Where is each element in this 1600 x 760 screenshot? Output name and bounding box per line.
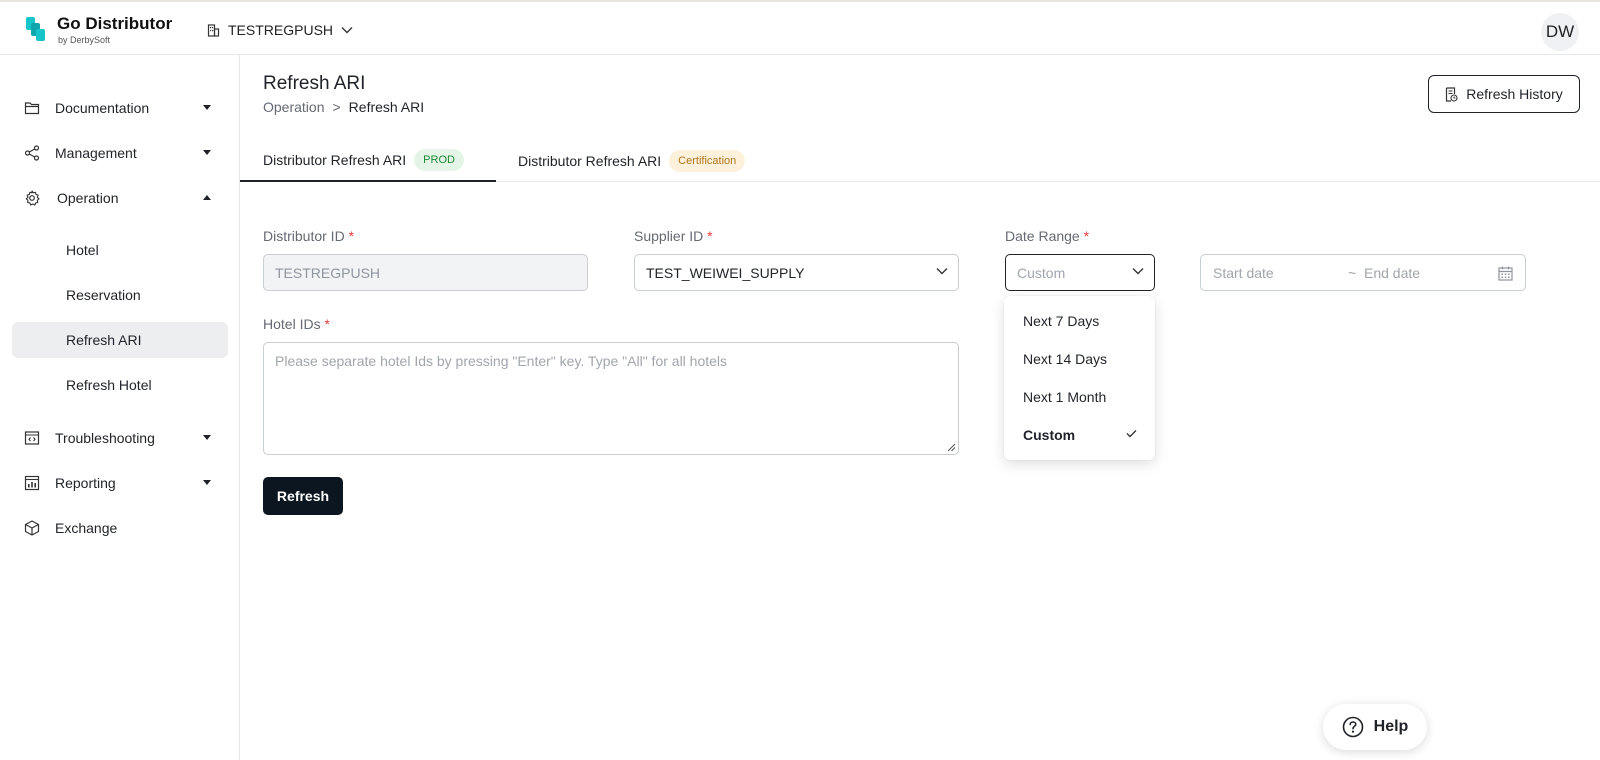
resize-handle-icon[interactable] [947,443,956,452]
calendar-icon[interactable] [1498,266,1513,281]
refresh-button[interactable]: Refresh [263,477,343,515]
sidebar-item-troubleshooting[interactable]: Troubleshooting [12,420,228,456]
caret-down-icon [203,480,211,485]
question-circle-icon [1342,716,1363,738]
sidebar-item-label: Reporting [55,475,116,491]
tab-label: Distributor Refresh ARI [263,152,407,168]
sidebar-item-documentation[interactable]: Documentation [12,90,228,126]
sidebar-item-label: Exchange [55,520,118,536]
sidebar-item-management[interactable]: Management [12,135,228,171]
page-title: Refresh ARI [263,73,366,94]
sidebar-item-label: Documentation [55,100,150,116]
caret-down-icon [203,435,211,440]
date-range-label: Date Range * [1005,228,1090,244]
brand-subtitle: by DerbySoft [58,35,111,45]
dropdown-option-next-14-days[interactable]: Next 14 Days [1004,341,1155,377]
sidebar-subitem-label: Hotel [66,242,99,258]
sidebar-item-label: Operation [57,190,119,206]
date-range-dropdown: Next 7 Days Next 14 Days Next 1 Month Cu… [1004,296,1155,460]
caret-down-icon [203,105,211,110]
help-label: Help [1373,718,1409,735]
sidebar-item-label: Management [55,145,137,161]
dropdown-option-custom[interactable]: Custom [1004,417,1155,453]
cube-icon [24,520,40,536]
status-badge: PROD [414,149,464,171]
check-icon [1126,430,1137,438]
sidebar-subitem-label: Refresh ARI [66,332,142,348]
date-range-select[interactable]: Custom [1005,254,1155,291]
date-range-value: Custom [1017,264,1066,281]
dropdown-option-label: Custom [1023,427,1076,443]
sidebar-subitem-refresh-hotel[interactable]: Refresh Hotel [12,367,228,403]
date-range-picker[interactable]: Start date ~ End date [1200,254,1526,291]
sidebar-item-exchange[interactable]: Exchange [12,510,228,546]
hotel-ids-textarea[interactable]: Please separate hotel Ids by pressing "E… [263,342,959,455]
distributor-id-value: TESTREGPUSH [275,264,381,281]
history-document-icon [1446,86,1458,102]
breadcrumb-operation[interactable]: Operation [263,99,324,115]
breadcrumb: Operation > Refresh ARI [263,99,424,115]
sidebar-subitem-label: Refresh Hotel [66,377,152,393]
end-date-input[interactable]: End date [1364,265,1420,281]
go-distributor-logo [26,17,45,41]
tab-prod[interactable]: Distributor Refresh ARI PROD [240,140,496,182]
supplier-id-label: Supplier ID * [634,228,713,244]
sidebar-subitem-label: Reservation [66,287,141,303]
sidebar-item-label: Troubleshooting [55,430,155,446]
share-icon [24,145,40,161]
status-badge: Certification [669,150,746,172]
tab-label: Distributor Refresh ARI [518,153,662,169]
breadcrumb-separator: > [332,99,341,115]
environment-tabs: Distributor Refresh ARI PROD Distributor… [240,140,1600,182]
dropdown-option-next-7-days[interactable]: Next 7 Days [1004,303,1155,339]
code-window-icon [24,431,40,445]
hotel-ids-placeholder: Please separate hotel Ids by pressing "E… [275,353,728,369]
gear-icon [25,190,40,206]
refresh-history-button[interactable]: Refresh History [1428,75,1580,113]
brand-name: Go Distributor [57,14,173,33]
supplier-id-select[interactable]: TEST_WEIWEI_SUPPLY [634,254,959,291]
chevron-down-icon [1132,268,1144,275]
date-separator: ~ [1348,264,1357,281]
caret-up-icon [203,195,211,200]
account-name: TESTREGPUSH [228,22,334,38]
sidebar-subitem-refresh-ari[interactable]: Refresh ARI [12,322,228,358]
caret-down-icon [203,150,211,155]
hotel-ids-label: Hotel IDs * [263,316,330,332]
distributor-id-label: Distributor ID * [263,228,355,244]
avatar[interactable]: DW [1541,13,1579,51]
chevron-down-icon [936,268,948,275]
sidebar-subitem-hotel[interactable]: Hotel [12,232,228,268]
help-button[interactable]: Help [1323,704,1427,750]
supplier-id-value: TEST_WEIWEI_SUPPLY [646,264,805,281]
building-icon [207,23,220,37]
start-date-input[interactable]: Start date [1213,265,1274,281]
dropdown-option-next-1-month[interactable]: Next 1 Month [1004,379,1155,415]
folder-icon [24,102,40,115]
tab-certification[interactable]: Distributor Refresh ARI Certification [518,140,746,182]
sidebar-item-reporting[interactable]: Reporting [12,465,228,501]
chevron-down-icon [341,27,353,34]
account-switcher[interactable]: TESTREGPUSH [207,20,353,40]
refresh-history-label: Refresh History [1466,86,1563,102]
bar-chart-icon [24,475,40,491]
sidebar: Documentation Management Operation Hotel… [0,55,240,760]
sidebar-subitem-reservation[interactable]: Reservation [12,277,228,313]
top-bar: Go Distributor by DerbySoft TESTREGPUSH … [0,0,1600,55]
sidebar-item-operation[interactable]: Operation [12,180,228,216]
distributor-id-field: TESTREGPUSH [263,254,588,291]
breadcrumb-current: Refresh ARI [348,99,425,115]
